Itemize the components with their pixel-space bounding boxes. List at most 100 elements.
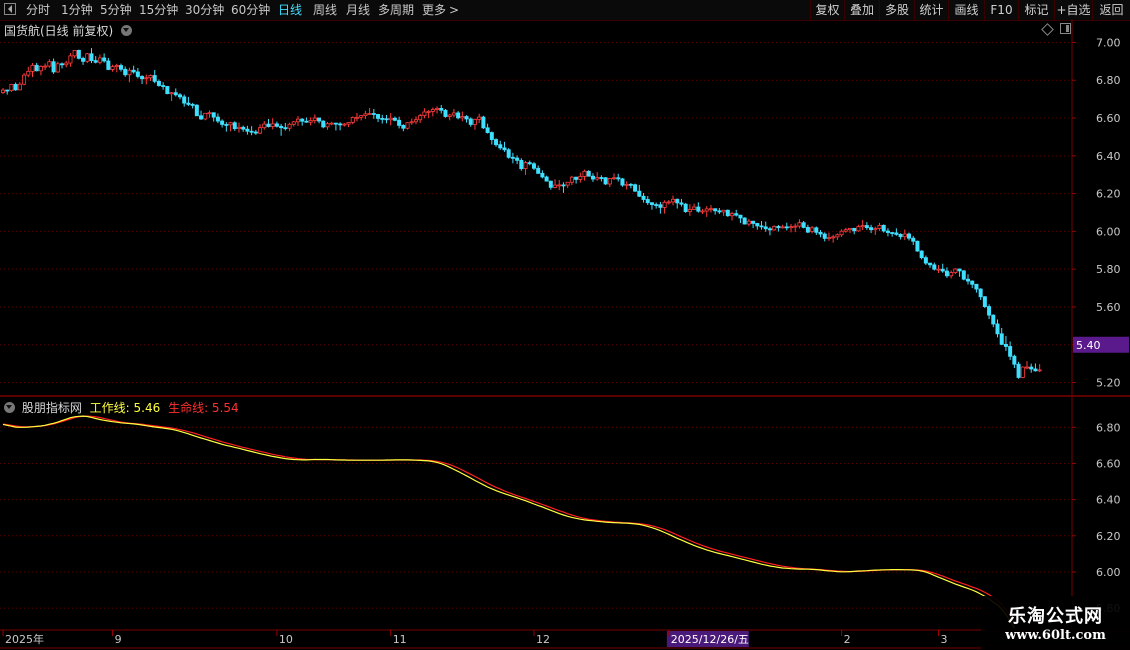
candle-body [654, 204, 659, 206]
candle-body [1020, 366, 1025, 378]
candle-body [55, 63, 60, 73]
candle-body [919, 250, 924, 259]
candle-body [961, 270, 966, 280]
candle-body [789, 226, 794, 229]
candle-body [784, 226, 789, 229]
candle-body [987, 306, 992, 316]
candle-body [721, 209, 726, 213]
candle-body [85, 53, 90, 62]
candle-body [692, 206, 697, 210]
candle-body [574, 176, 579, 180]
candle-body [923, 257, 928, 264]
candle-body [506, 149, 511, 158]
candle-body [72, 49, 77, 57]
indicator-lines [2, 415, 1015, 629]
candle-body [64, 62, 69, 66]
candle-body [696, 206, 701, 212]
candle-body [940, 268, 945, 272]
candle-body [220, 120, 225, 125]
panel-toggle-icon[interactable] [1060, 23, 1071, 34]
candle-body [907, 233, 912, 239]
candle-body [767, 228, 772, 231]
candle-body [300, 118, 305, 122]
candle-body [89, 53, 94, 61]
date-tick-label: 2025年 [5, 632, 44, 646]
candlestick-series [0, 48, 1042, 379]
candle-body [118, 65, 123, 70]
candle-body [152, 75, 157, 82]
candle-body [1025, 366, 1030, 369]
candle-body [258, 127, 263, 134]
candle-body [346, 121, 351, 125]
candle-body [333, 122, 338, 125]
candle-body [392, 117, 397, 121]
candle-body [536, 167, 541, 174]
date-axis: 2025年 9 10 11 12 2025/12/26/五 2 3 [2, 630, 948, 647]
candle-body [405, 122, 410, 129]
candle-body [881, 224, 886, 232]
candle-body [641, 195, 646, 200]
candle-body [199, 115, 204, 120]
candle-body [443, 109, 448, 117]
work-line-value: 工作线: 5.46 [89, 401, 161, 415]
candle-body [982, 296, 987, 307]
candle-body [755, 223, 760, 227]
candle-body [936, 268, 941, 271]
candle-body [274, 123, 279, 127]
candle-body [793, 225, 798, 228]
candle-body [397, 119, 402, 126]
candle-body [1008, 346, 1013, 357]
candle-body [751, 220, 756, 224]
kline-chart[interactable]: 7.00 6.80 6.60 6.40 6.20 6.00 5.80 5.60 5.40 5.20… [0, 0, 1130, 650]
candle-body [481, 116, 486, 129]
candle-body [211, 112, 216, 118]
candle-body [911, 237, 916, 242]
candle-body [599, 177, 604, 179]
candle-body [367, 113, 372, 115]
candle-body [228, 122, 233, 126]
main-panel-header: 国货航(日线 前复权) [4, 22, 135, 39]
dropdown-circle-icon[interactable] [4, 402, 15, 413]
price-axis: 7.00 6.80 6.60 6.40 6.20 6.00 5.80 5.60 5.40 5.20… [1072, 36, 1129, 615]
candle-body [687, 209, 692, 212]
candle-body [527, 162, 532, 165]
candle-body [81, 57, 86, 62]
candle-body [224, 124, 229, 126]
candle-body [510, 156, 515, 159]
candle-body [1029, 366, 1034, 370]
candle-body [9, 83, 14, 92]
candle-body [156, 80, 161, 86]
candle-body [612, 177, 617, 180]
candle-body [822, 233, 827, 239]
candle-body [970, 280, 975, 285]
candle-body [295, 118, 300, 123]
dropdown-circle-icon[interactable] [121, 25, 133, 36]
candle-body [388, 117, 393, 121]
candle-body [856, 226, 861, 232]
candle-body [548, 180, 553, 188]
candle-body [43, 65, 48, 68]
candle-body [266, 123, 271, 127]
candle-body [460, 116, 465, 119]
candle-body [666, 201, 671, 204]
indicator-line-life [2, 415, 1015, 624]
candle-body [835, 234, 840, 238]
candle-body [135, 71, 140, 77]
candle-body [148, 75, 153, 79]
candle-body [628, 183, 633, 186]
candle-body [953, 268, 958, 273]
candle-body [0, 89, 6, 93]
candle-body [898, 234, 903, 238]
price-tick-label: 5.20 [1096, 377, 1121, 390]
candle-body [730, 213, 735, 217]
candle-body [350, 117, 355, 123]
candle-body [1033, 368, 1038, 372]
candle-body [468, 118, 473, 125]
watermark-title: 乐淘公式网 [1008, 606, 1103, 627]
candle-body [325, 123, 330, 128]
candle-body [586, 170, 591, 177]
candle-body [380, 118, 385, 120]
date-tick-label: 9 [115, 633, 122, 646]
candle-body [498, 144, 503, 149]
candle-body [435, 107, 440, 110]
